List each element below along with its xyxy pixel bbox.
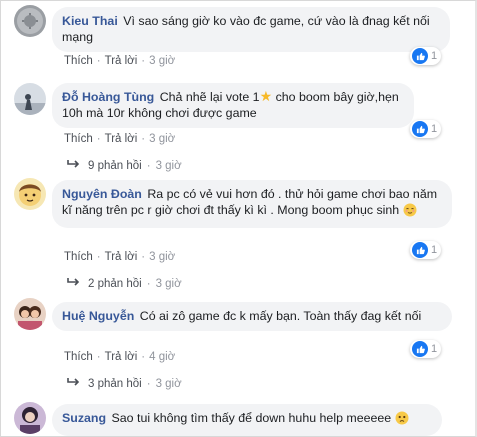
commenter-name[interactable]: Suzang xyxy=(62,411,106,425)
comment-do-hoang-tung: Đỗ Hoàng Tùng Chả nhẽ lại vote 1★ cho bo… xyxy=(14,83,454,173)
comment-actions: Thích · Trả lời · 3 giờ xyxy=(64,133,176,145)
avatar[interactable] xyxy=(14,178,46,210)
like-count: 1 xyxy=(431,343,438,355)
like-link[interactable]: Thích xyxy=(64,133,93,145)
commenter-name[interactable]: Kieu Thai xyxy=(62,14,118,28)
like-count: 1 xyxy=(431,123,438,135)
comment-bubble: Đỗ Hoàng Tùng Chả nhẽ lại vote 1★ cho bo… xyxy=(52,83,414,128)
comment-actions: Thích · Trả lời · 4 giờ xyxy=(64,351,176,363)
comment-bubble: Suzang Sao tui không tìm thấy để down hu… xyxy=(52,404,442,436)
reply-arrow-icon xyxy=(66,277,80,290)
reaction-count[interactable]: 1 xyxy=(410,340,442,358)
star-emoji: ★ xyxy=(259,88,273,104)
comment-text: Có ai zô game đc k mấy bạn. Toàn thấy đa… xyxy=(139,309,422,323)
comment-hue-nguyen: Huệ Nguyễn Có ai zô game đc k mấy bạn. T… xyxy=(14,298,454,390)
like-count: 1 xyxy=(431,50,438,62)
timestamp[interactable]: 3 giờ xyxy=(149,251,175,263)
sad-emoji xyxy=(395,411,409,429)
comment-suzang: Suzang Sao tui không tìm thấy để down hu… xyxy=(14,402,454,437)
like-icon xyxy=(412,341,428,357)
reply-arrow-icon xyxy=(66,377,80,390)
timestamp[interactable]: 3 giờ xyxy=(149,55,175,67)
like-icon xyxy=(412,121,428,137)
like-link[interactable]: Thích xyxy=(64,55,93,67)
avatar[interactable] xyxy=(14,5,46,37)
replies-time: 3 giờ xyxy=(155,159,182,172)
comment-text: Chả nhẽ lại vote 1 xyxy=(159,90,260,104)
reaction-count[interactable]: 1 xyxy=(410,120,442,138)
comment-kieu-thai: Kieu Thai Vì sao sáng giờ ko vào đc game… xyxy=(14,5,454,75)
comment-bubble: Kieu Thai Vì sao sáng giờ ko vào đc game… xyxy=(52,7,450,52)
replies-time: 3 giờ xyxy=(155,277,182,290)
avatar[interactable] xyxy=(14,402,46,434)
replies-count[interactable]: 3 phản hồi xyxy=(88,378,142,390)
replies-time: 3 giờ xyxy=(155,377,182,390)
like-link[interactable]: Thích xyxy=(64,351,93,363)
like-icon xyxy=(412,242,428,258)
avatar[interactable] xyxy=(14,83,46,115)
comment-bubble: Huệ Nguyễn Có ai zô game đc k mấy bạn. T… xyxy=(52,302,452,331)
comment-bubble: Nguyên Đoàn Ra pc có vẻ vui hơn đó . thử… xyxy=(52,180,452,228)
commenter-name[interactable]: Đỗ Hoàng Tùng xyxy=(62,90,154,104)
relieved-emoji xyxy=(403,203,417,221)
view-replies[interactable]: 2 phản hồi · 3 giờ xyxy=(66,277,182,290)
comment-nguyen-doan: Nguyên Đoàn Ra pc có vẻ vui hơn đó . thử… xyxy=(14,178,454,290)
reply-arrow-icon xyxy=(66,159,80,172)
like-link[interactable]: Thích xyxy=(64,251,93,263)
commenter-name[interactable]: Huệ Nguyễn xyxy=(62,309,134,323)
comment-actions: Thích · Trả lời · 3 giờ xyxy=(64,55,176,67)
reply-link[interactable]: Trả lời xyxy=(105,133,138,145)
view-replies[interactable]: 9 phản hồi · 3 giờ xyxy=(66,159,182,172)
replies-count[interactable]: 9 phản hồi xyxy=(88,160,142,172)
like-count: 1 xyxy=(431,244,438,256)
reaction-count[interactable]: 1 xyxy=(410,241,442,259)
replies-count[interactable]: 2 phản hồi xyxy=(88,278,142,290)
reply-link[interactable]: Trả lời xyxy=(105,251,138,263)
comment-actions: Thích · Trả lời · 3 giờ xyxy=(64,251,176,263)
avatar[interactable] xyxy=(14,298,46,330)
reply-link[interactable]: Trả lời xyxy=(105,351,138,363)
like-icon xyxy=(412,48,428,64)
view-replies[interactable]: 3 phản hồi · 3 giờ xyxy=(66,377,182,390)
timestamp[interactable]: 4 giờ xyxy=(149,351,175,363)
comment-text: Sao tui không tìm thấy để down huhu help… xyxy=(111,411,392,425)
reply-link[interactable]: Trả lời xyxy=(105,55,138,67)
reaction-count[interactable]: 1 xyxy=(410,47,442,65)
timestamp[interactable]: 3 giờ xyxy=(149,133,175,145)
commenter-name[interactable]: Nguyên Đoàn xyxy=(62,187,142,201)
